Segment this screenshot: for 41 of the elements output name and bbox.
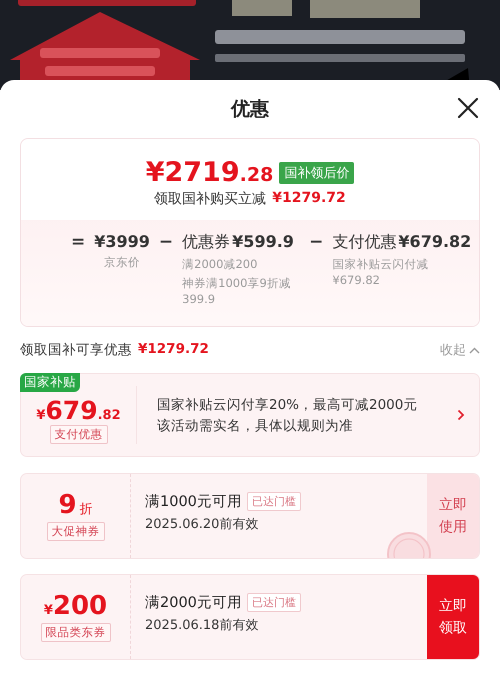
coupon-action-button[interactable]: 立即使用 <box>427 474 479 558</box>
subsidy-amount: ¥679.82 <box>36 398 121 423</box>
coupon-value: 9 折 <box>58 492 93 518</box>
breakdown-label: 优惠券 <box>182 232 230 253</box>
breakdown-amount: ¥599.9 <box>232 232 294 253</box>
breakdown-label: 支付优惠 <box>332 232 396 253</box>
chevron-icon <box>457 409 465 421</box>
breakdown-note: 神券满1000享9折减399.9 <box>182 275 292 308</box>
sheet-title: 优惠 <box>231 97 269 122</box>
coupon-value: ¥200 <box>44 592 108 618</box>
subsidy-card[interactable]: 国家补贴 ¥679.82 支付优惠 国家补贴云闪付享20%，最高可减2000元 该活动需实名，具体以规则为准 <box>20 373 480 457</box>
collapse-toggle[interactable]: 收起 <box>440 341 480 359</box>
coupon-tag: 大促神券 <box>46 522 104 540</box>
subsidy-description: 国家补贴云闪付享20%，最高可减2000元 <box>157 396 418 414</box>
saving-amount: ¥1279.72 <box>272 190 346 208</box>
subsidy-description: 该活动需实名，具体以规则为准 <box>157 416 354 434</box>
subsidy-badge: 国家补贴 <box>20 373 80 392</box>
coupon-condition: 满2000元可用 <box>145 594 242 612</box>
section-amount: ¥1279.72 <box>138 341 209 359</box>
breakdown-note: 京东价 <box>103 254 142 270</box>
caret-icon <box>469 346 480 354</box>
breakdown-amount: ¥3999 <box>94 232 150 251</box>
coupon-condition: 满1000元可用 <box>145 493 242 511</box>
coupon-action-button[interactable]: 立即领取 <box>427 575 479 659</box>
breakdown-note: 满2000减200 <box>182 256 258 272</box>
subsidy-tag: 支付优惠 <box>50 425 108 444</box>
close-icon[interactable] <box>456 96 480 120</box>
coupon-validity: 2025.06.18前有效 <box>145 617 260 634</box>
section-label: 领取国补可享优惠 <box>20 341 132 359</box>
coupon-tag: 限品类东券 <box>40 622 110 642</box>
saving-label: 领取国补购买立减 <box>154 190 266 208</box>
operator-sign: − <box>158 232 174 252</box>
operator-sign: = <box>71 232 86 252</box>
price-tag: 国补领后价 <box>279 162 354 184</box>
threshold-tag: 已达门槛 <box>246 492 301 511</box>
coupon-validity: 2025.06.20前有效 <box>145 516 260 533</box>
final-price: ¥2719.28 <box>146 157 274 188</box>
operator-sign: − <box>309 232 324 252</box>
threshold-tag: 已达门槛 <box>246 593 301 612</box>
breakdown-amount: ¥679.82 <box>398 232 472 253</box>
breakdown-note: 国家补贴云闪付减¥679.82 <box>332 256 430 288</box>
